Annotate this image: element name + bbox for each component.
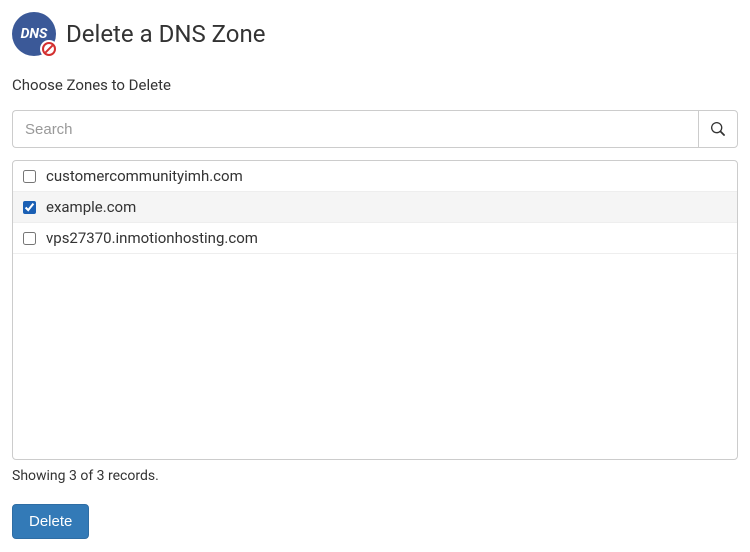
record-count: Showing 3 of 3 records. — [12, 468, 738, 484]
zone-name: customercommunityimh.com — [46, 167, 243, 185]
dns-delete-icon: DNS — [12, 12, 56, 56]
search-button[interactable] — [698, 110, 738, 148]
zone-list[interactable]: customercommunityimh.com example.com vps27… — [12, 160, 738, 460]
zone-name: example.com — [46, 198, 136, 216]
subtitle: Choose Zones to Delete — [12, 76, 738, 94]
delete-button[interactable]: Delete — [12, 504, 89, 539]
zone-checkbox[interactable] — [23, 232, 36, 245]
zone-name: vps27370.inmotionhosting.com — [46, 229, 258, 247]
search-icon — [711, 122, 725, 136]
page-title: Delete a DNS Zone — [66, 20, 265, 48]
zone-checkbox[interactable] — [23, 201, 36, 214]
zone-row[interactable]: vps27370.inmotionhosting.com — [13, 223, 737, 254]
zone-row[interactable]: example.com — [13, 192, 737, 223]
zone-checkbox[interactable] — [23, 170, 36, 183]
search-input[interactable] — [12, 110, 698, 148]
zone-row[interactable]: customercommunityimh.com — [13, 161, 737, 192]
forbidden-overlay-icon — [40, 40, 58, 58]
